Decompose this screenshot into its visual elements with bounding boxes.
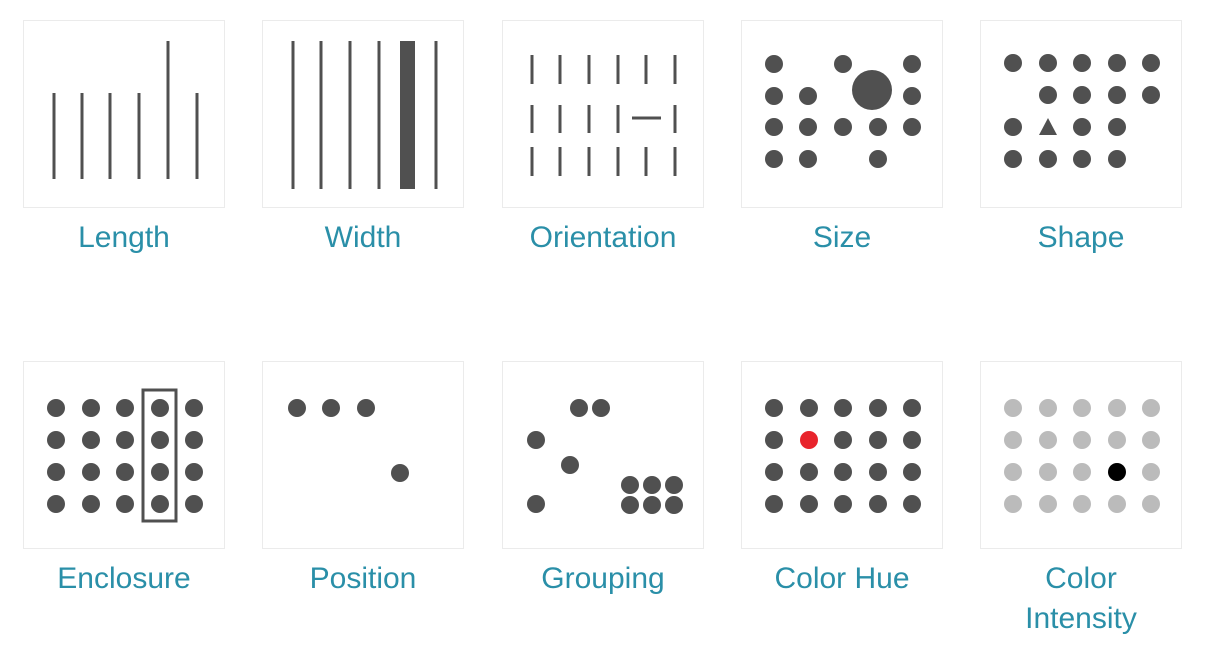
tile-label: Length [78, 221, 170, 254]
length-icon [23, 20, 225, 208]
tile-label: Size [812, 221, 872, 254]
tile-label: Orientation [529, 221, 677, 254]
tile-label: Grouping [541, 562, 665, 595]
tile-length: Length [23, 20, 225, 258]
tile-grouping: Grouping [502, 361, 704, 599]
tile-shape: Shape [980, 20, 1182, 258]
grouping-icon [502, 361, 704, 549]
enclosure-icon [23, 361, 225, 549]
tile-label: Width [324, 221, 402, 254]
tile-color-intensity: Color Intensity [980, 361, 1182, 639]
orientation-icon [502, 20, 704, 208]
tile-label: Position [309, 562, 417, 595]
tile-position: Position [262, 361, 464, 599]
width-icon [262, 20, 464, 208]
tile-orientation: Orientation [502, 20, 704, 258]
size-icon [741, 20, 943, 208]
shape-icon [980, 20, 1182, 208]
tile-label: Color Intensity [1025, 562, 1137, 635]
tile-color-hue: Color Hue [741, 361, 943, 599]
tile-size: Size [741, 20, 943, 258]
tile-width: Width [262, 20, 464, 258]
tile-label: Enclosure [57, 562, 191, 595]
tile-label: Color Hue [774, 562, 910, 595]
tile-enclosure: Enclosure [23, 361, 225, 599]
color-hue-icon [741, 361, 943, 549]
position-icon [262, 361, 464, 549]
color-intensity-icon [980, 361, 1182, 549]
tile-label: Shape [1037, 221, 1125, 254]
